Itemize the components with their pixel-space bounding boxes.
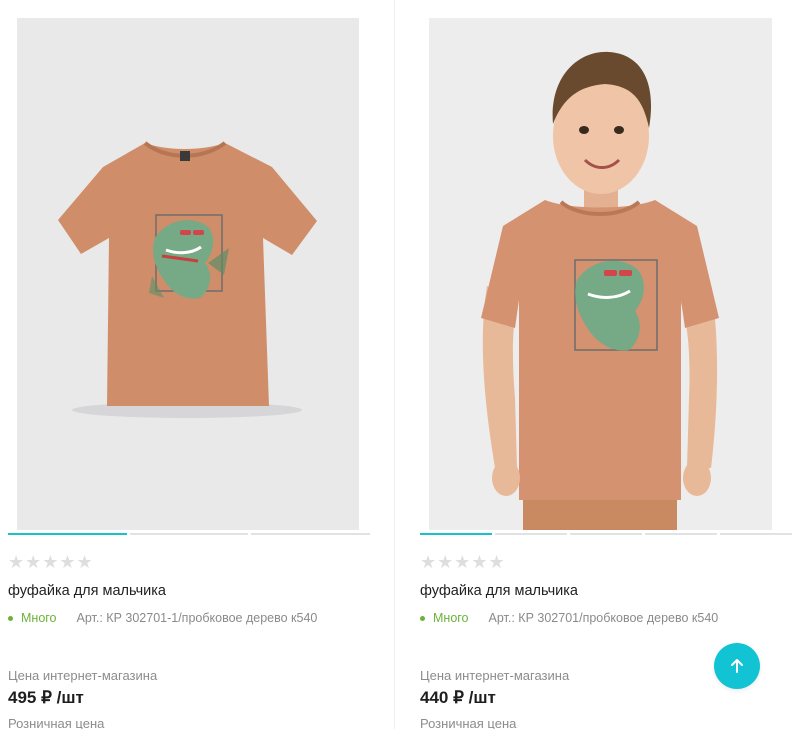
gallery-pager[interactable] xyxy=(420,533,792,535)
gallery-dot[interactable] xyxy=(720,533,792,535)
gallery-dot[interactable] xyxy=(129,533,249,535)
retail-price-label: Розничная цена xyxy=(8,716,105,729)
gallery-dot-active[interactable] xyxy=(8,533,127,535)
gallery-pager[interactable] xyxy=(8,533,371,535)
boy-model-image xyxy=(429,18,772,530)
rating-stars: ★★★★★ xyxy=(8,552,94,572)
gallery-dot[interactable] xyxy=(645,533,717,535)
gallery-dot[interactable] xyxy=(570,533,642,535)
online-price: 440 ₽ /шт xyxy=(420,688,496,707)
stock-status: Много xyxy=(433,611,469,625)
rating-stars: ★★★★★ xyxy=(420,552,506,572)
online-price-label: Цена интернет-магазина xyxy=(420,668,570,683)
gallery-dot-active[interactable] xyxy=(420,533,492,535)
product-card[interactable]: ★★★★★ фуфайка для мальчика Много Арт.: К… xyxy=(0,0,380,729)
article-number: Арт.: КР 302701/пробковое дерево к540 xyxy=(488,611,719,625)
scroll-to-top-button[interactable] xyxy=(714,643,760,689)
retail-price-label: Розничная цена xyxy=(420,716,517,729)
gallery-dot[interactable] xyxy=(495,533,567,535)
product-card[interactable]: ★★★★★ фуфайка для мальчика Много Арт.: К… xyxy=(410,0,800,729)
product-photo[interactable] xyxy=(429,18,772,530)
product-meta: Много Арт.: КР 302701/пробковое дерево к… xyxy=(420,611,718,625)
product-photo[interactable] xyxy=(17,18,359,530)
gallery-dot[interactable] xyxy=(251,533,371,535)
online-price: 495 ₽ /шт xyxy=(8,688,84,707)
column-divider xyxy=(394,0,395,729)
product-meta: Много Арт.: КР 302701-1/пробковое дерево… xyxy=(8,611,317,625)
tshirt-flat-image xyxy=(17,18,359,530)
stock-dot-icon xyxy=(420,615,425,621)
product-title[interactable]: фуфайка для мальчика xyxy=(8,583,166,599)
online-price-label: Цена интернет-магазина xyxy=(8,668,158,683)
arrow-up-icon xyxy=(731,659,743,673)
product-title[interactable]: фуфайка для мальчика xyxy=(420,583,578,599)
stock-status: Много xyxy=(21,611,57,625)
article-number: Арт.: КР 302701-1/пробковое дерево к540 xyxy=(76,611,318,625)
stock-dot-icon xyxy=(8,615,13,621)
